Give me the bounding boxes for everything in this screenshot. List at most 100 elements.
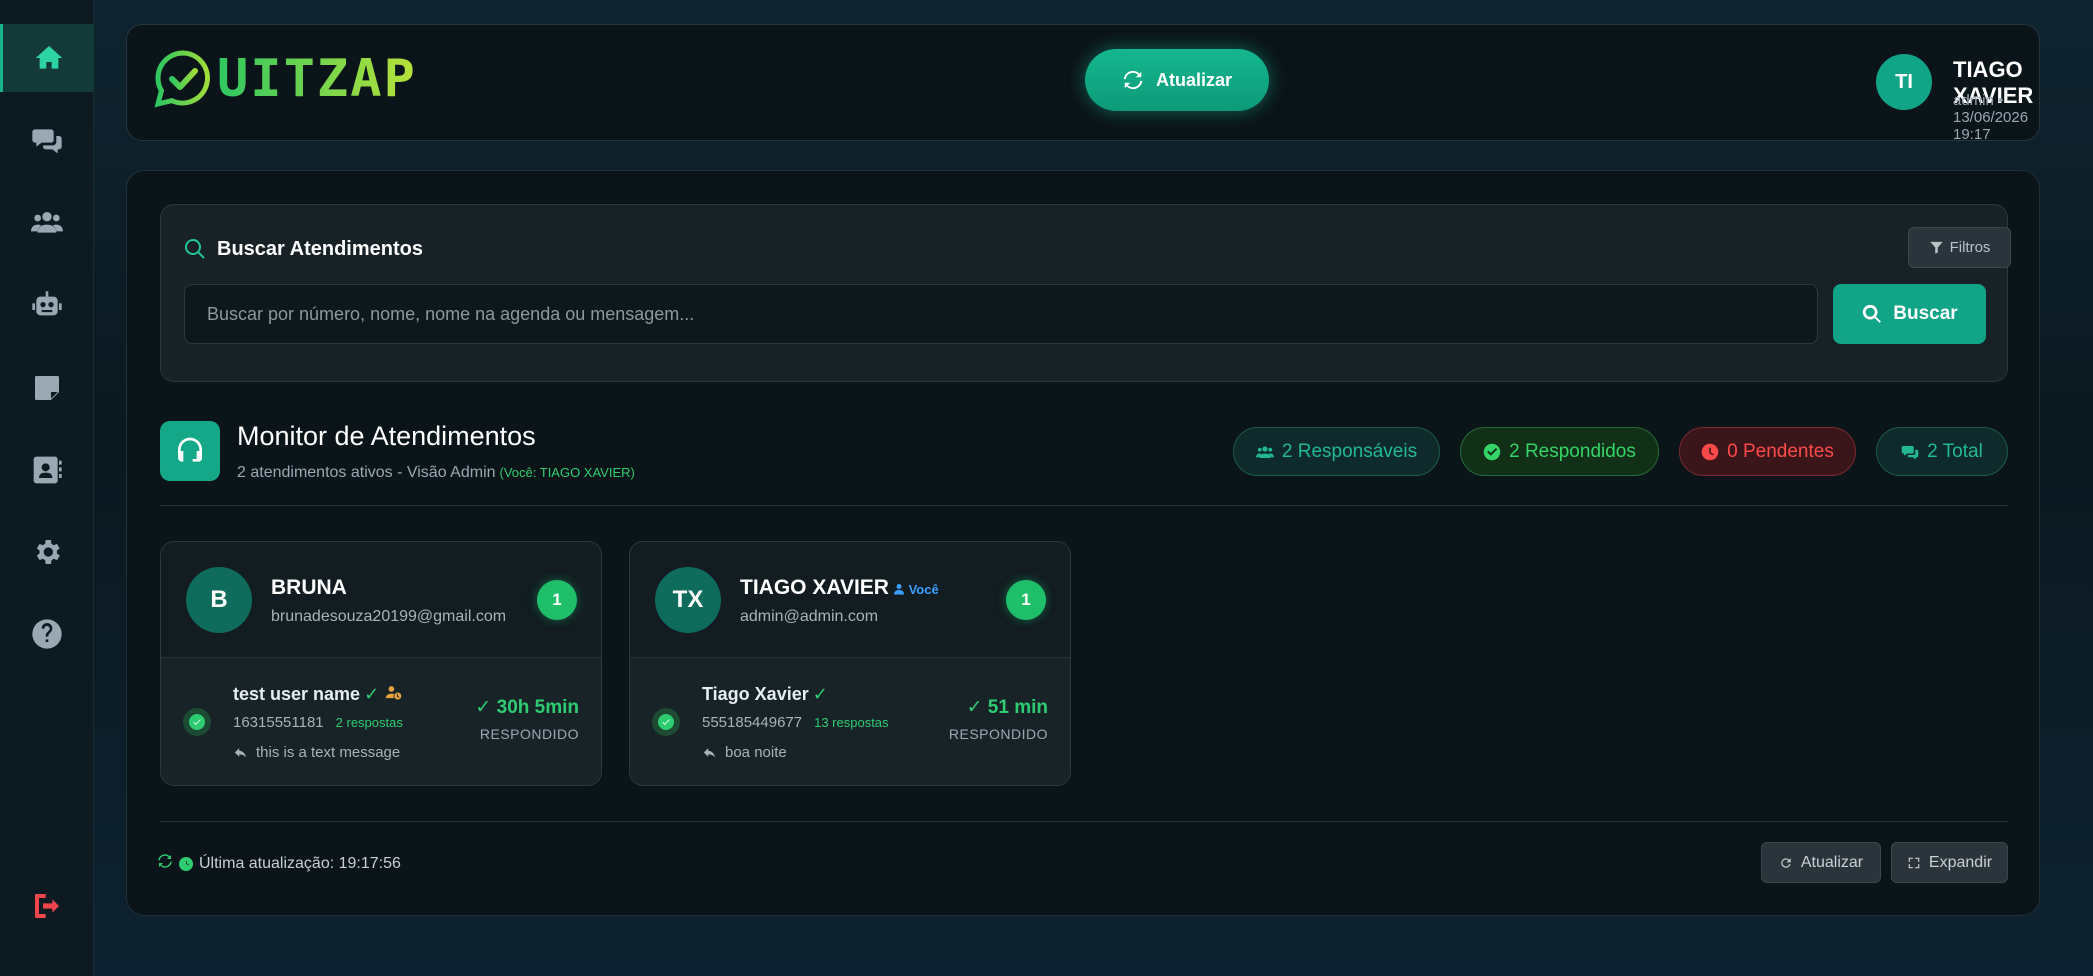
agent-name-text: BRUNA [271, 576, 347, 599]
monitor-subtitle-text: 2 atendimentos ativos - Visão Admin [237, 464, 496, 481]
sidebar-item-bots[interactable] [0, 272, 94, 340]
reply-icon [234, 748, 247, 758]
verified-check-icon: ✓ [364, 684, 380, 704]
logo-text: UITZAP [217, 49, 417, 109]
clock-icon [1701, 443, 1719, 460]
sidebar-item-home[interactable] [0, 24, 94, 92]
agent-card-header: B BRUNA brunadesouza20199@gmail.com 1 [161, 542, 601, 657]
logout-icon [35, 894, 59, 918]
contact-phone-text: 16315551181 [233, 714, 324, 731]
contact-name-text: Tiago Xavier [702, 684, 809, 704]
user-avatar[interactable]: TI [1876, 54, 1932, 110]
contacts-icon [33, 456, 62, 484]
sidebar [0, 0, 94, 976]
logout-button[interactable] [0, 872, 94, 940]
stat-pendentes[interactable]: 0 Pendentes [1679, 427, 1856, 476]
sidebar-item-help[interactable] [0, 600, 94, 668]
clock-dot-icon [179, 856, 193, 871]
expand-button[interactable]: Expandir [1891, 842, 2008, 883]
whatsapp-check-icon [154, 50, 210, 108]
sidebar-item-users[interactable] [0, 188, 94, 256]
status-check-icon [183, 708, 211, 736]
top-header: UITZAP Atualizar TI TIAGO XAVIER admin •… [126, 24, 2040, 143]
search-button[interactable]: Buscar [1833, 284, 1986, 344]
expand-label: Expandir [1928, 853, 1993, 871]
user-clock-icon [385, 684, 402, 706]
filters-button[interactable]: Filtros [1908, 227, 2011, 268]
divider [160, 505, 2008, 506]
filters-label: Filtros [1949, 239, 1991, 256]
you-tag-text: Você [908, 582, 939, 597]
stat-respondidos[interactable]: 2 Respondidos [1460, 427, 1659, 476]
robot-icon [32, 291, 62, 316]
search-input[interactable] [184, 284, 1818, 344]
footer-divider [160, 821, 2008, 822]
agent-email: brunadesouza20199@gmail.com [271, 608, 507, 625]
contact-name-text: test user name [233, 684, 361, 704]
agent-count-badge: 1 [537, 580, 577, 620]
stat-pendentes-label: 0 Pendentes [1727, 440, 1834, 462]
footer-refresh-button[interactable]: Atualizar [1761, 842, 1881, 883]
reply-icon [703, 748, 716, 758]
agent-name-text: TIAGO XAVIER [740, 576, 889, 599]
sidebar-item-notes[interactable] [0, 354, 94, 422]
monitor-you-label: (Você: TIAGO XAVIER) [499, 465, 635, 480]
monitor-subtitle: 2 atendimentos ativos - Visão Admin (Você… [237, 464, 635, 482]
status-label: RESPONDIDO [479, 726, 579, 742]
check-circle-icon [1483, 443, 1501, 460]
last-message: boa noite [702, 744, 787, 761]
filter-icon [1929, 241, 1943, 254]
help-icon [32, 619, 62, 649]
response-time: ✓ 30h 5min [475, 697, 579, 718]
last-update-text: Última atualização: 19:17:56 [199, 854, 401, 872]
footer-refresh-label: Atualizar [1800, 853, 1864, 871]
response-time: ✓ 51 min [966, 697, 1048, 718]
stat-total-label: 2 Total [1927, 440, 1983, 462]
chat-icon [1901, 445, 1919, 459]
status-label: RESPONDIDO [948, 726, 1048, 742]
search-icon [184, 238, 205, 259]
contact-name: Tiago Xavier ✓ [702, 684, 828, 705]
conversation-row[interactable]: Tiago Xavier ✓ 555185449677 13 respostas b… [630, 657, 1070, 785]
contact-phone-text: 555185449677 [702, 714, 803, 731]
last-message-text: this is a text message [256, 744, 401, 761]
header-refresh-button[interactable]: Atualizar [1085, 49, 1269, 111]
search-icon [1863, 304, 1882, 323]
last-message: this is a text message [233, 744, 400, 761]
agent-card[interactable]: TX TIAGO XAVIER Você admin@admin.com 1 T… [629, 541, 1071, 786]
stat-total[interactable]: 2 Total [1876, 427, 2008, 476]
search-panel: Buscar Atendimentos Filtros Buscar [160, 204, 2011, 382]
last-update-status: Última atualização: 19:17:56 [157, 853, 401, 874]
agent-count-badge: 1 [1006, 580, 1046, 620]
contact-name: test user name ✓ [233, 684, 402, 706]
agent-avatar: B [186, 567, 252, 633]
contact-phone: 16315551181 2 respostas [233, 714, 403, 731]
sidebar-item-chats[interactable] [0, 106, 94, 174]
header-refresh-label: Atualizar [1155, 69, 1233, 90]
agent-card-header: TX TIAGO XAVIER Você admin@admin.com 1 [630, 542, 1070, 657]
agent-name: TIAGO XAVIER Você [740, 576, 939, 600]
sidebar-item-contacts[interactable] [0, 436, 94, 504]
headset-icon-badge [160, 421, 220, 481]
agent-avatar: TX [655, 567, 721, 633]
last-message-text: boa noite [725, 744, 787, 761]
users-icon [31, 212, 63, 233]
search-title-label: Buscar Atendimentos [217, 237, 423, 260]
users-icon [1255, 445, 1274, 458]
app-logo: UITZAP [153, 49, 417, 109]
verified-check-icon: ✓ [812, 684, 828, 704]
stat-respondidos-label: 2 Respondidos [1509, 440, 1636, 462]
agent-email: admin@admin.com [740, 608, 879, 625]
status-check-icon [652, 708, 680, 736]
refresh-icon [1123, 70, 1143, 90]
user-icon [893, 584, 904, 595]
sidebar-item-settings[interactable] [0, 518, 94, 586]
agent-card[interactable]: B BRUNA brunadesouza20199@gmail.com 1 te… [160, 541, 602, 786]
stat-responsaveis[interactable]: 2 Responsáveis [1233, 427, 1440, 476]
contact-phone: 555185449677 13 respostas [702, 714, 889, 731]
conversation-row[interactable]: test user name ✓ 16315551181 2 respostas t… [161, 657, 601, 785]
monitor-title: Monitor de Atendimentos [237, 421, 536, 451]
sync-icon [157, 853, 173, 874]
agent-name: BRUNA [271, 576, 347, 600]
user-meta: admin • 13/06/2026 19:17 [1953, 92, 2029, 143]
